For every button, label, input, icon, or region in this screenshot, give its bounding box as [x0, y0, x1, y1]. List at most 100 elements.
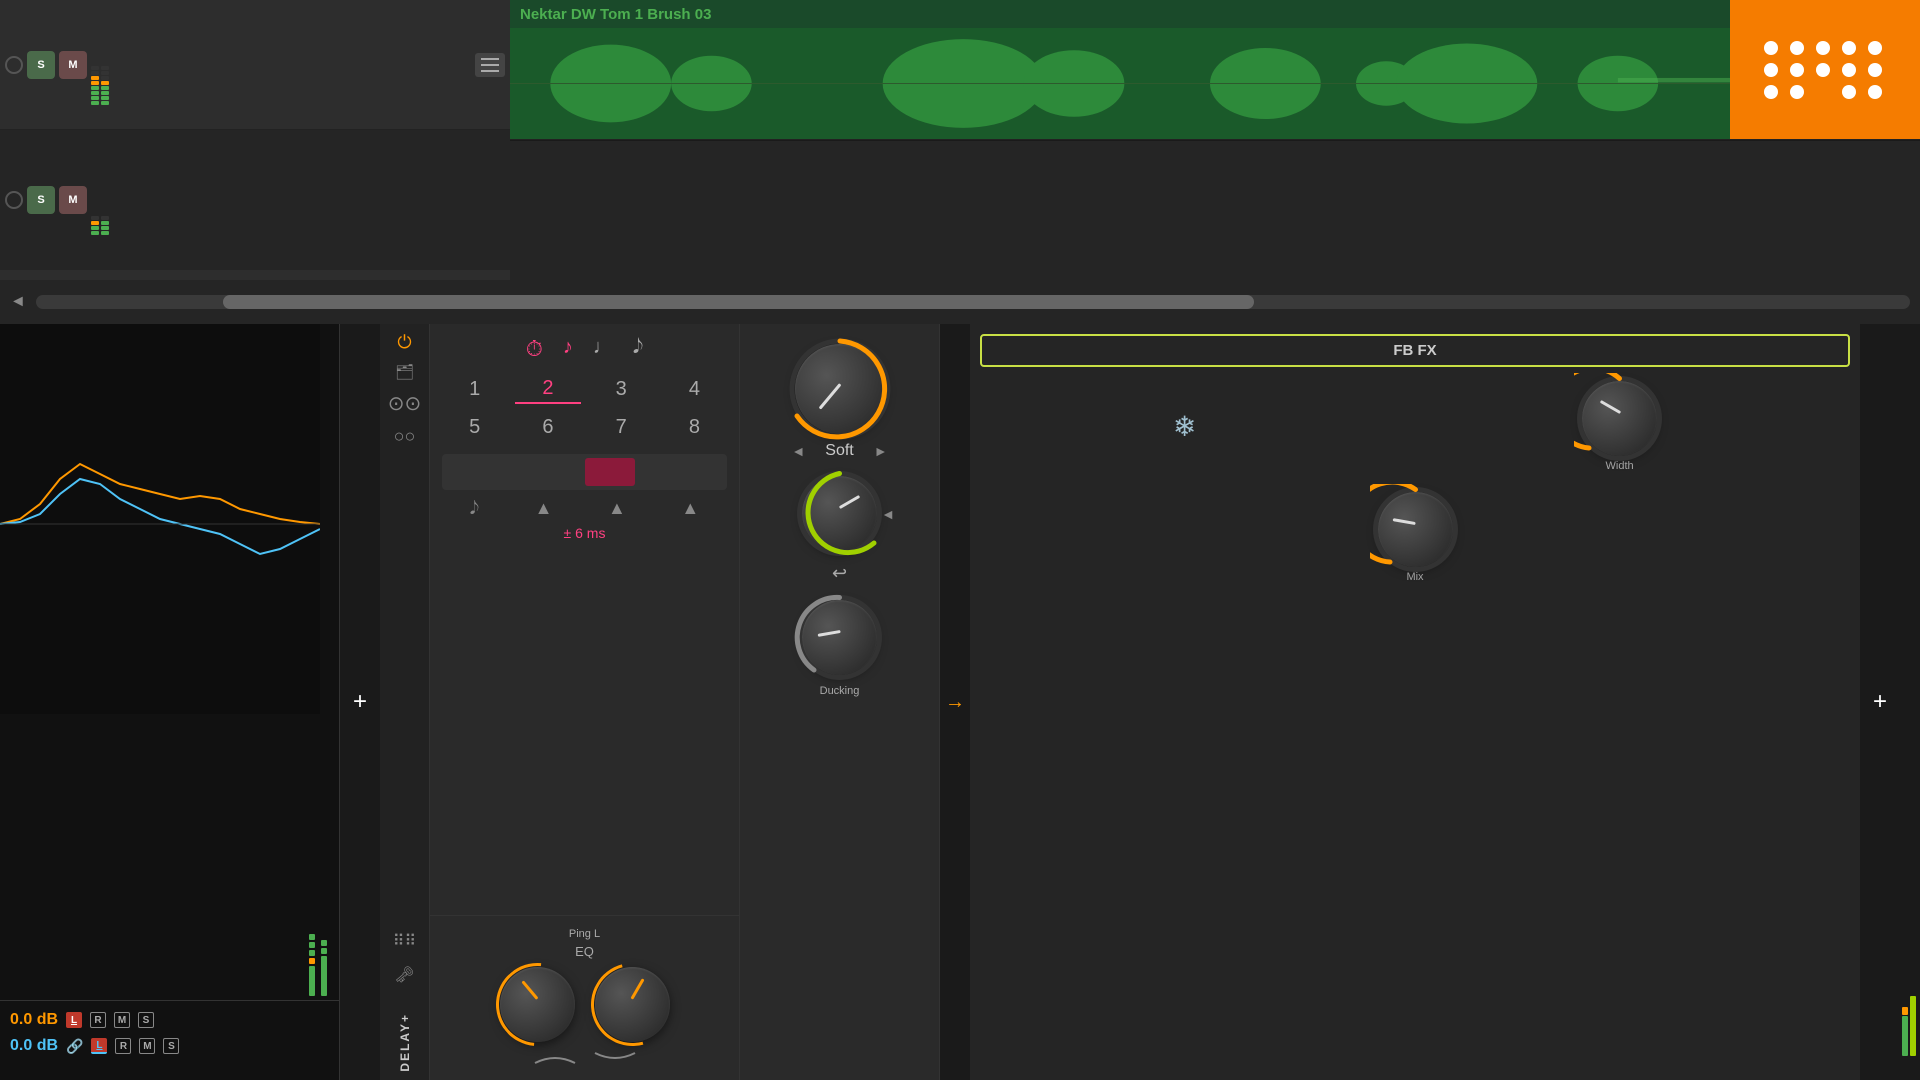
waveform-panel: 0.0 dB L R M S 0.0 dB 🔗 L R M S — [0, 324, 340, 1080]
eq-knob2[interactable] — [595, 967, 670, 1042]
timing-section: ⏱ ♪ ♩ 𝅘𝅥𝅮 1 2 3 4 5 6 7 8 — [430, 324, 739, 916]
add-insert-btn[interactable]: + — [340, 324, 380, 1080]
knob-arrow-indicator: ◄ — [881, 506, 895, 522]
eq-knob2-container — [595, 967, 670, 1042]
grid-num-3[interactable]: 3 — [589, 374, 654, 404]
fbfx-bottom-row: Mix — [980, 492, 1850, 583]
far-right-meters — [1900, 324, 1920, 1080]
delay-plugin-main: ⏱ ♪ ♩ 𝅘𝅥𝅮 1 2 3 4 5 6 7 8 — [430, 324, 740, 1080]
delay-ms-display: ± 6 ms — [442, 525, 727, 541]
level-r-btn[interactable]: R — [90, 1012, 106, 1028]
level-r2-btn[interactable]: R — [115, 1038, 131, 1054]
soft-label: Soft — [825, 442, 853, 460]
mix-knob[interactable] — [1378, 492, 1453, 567]
clock-icon[interactable]: ⏱ — [526, 336, 543, 362]
arrow-up-icon[interactable]: ▲ — [535, 498, 553, 519]
key-btn[interactable]: 🗝 — [394, 965, 414, 985]
arrow-triplet-icon[interactable]: 𝅘𝅥𝅮 — [470, 498, 479, 519]
arrow-up2-icon[interactable]: ▲ — [608, 498, 626, 519]
level-l2-btn[interactable]: L — [91, 1038, 107, 1054]
track1-meter — [91, 25, 109, 105]
level-s2-btn[interactable]: S — [163, 1038, 179, 1054]
fbfx-label: FB FX — [1393, 342, 1436, 359]
feedback-knob-container: ◄ — [802, 476, 877, 551]
soft-panel: ◄ Soft ► ◄ ↩ — [740, 324, 940, 1080]
mix-container: Mix — [1378, 492, 1453, 583]
track2-controls: S M — [0, 130, 510, 270]
soft-knob-container — [795, 344, 885, 434]
plugin-folder-btn[interactable]: 🗂 — [395, 363, 414, 381]
note-eighth-icon[interactable]: 𝅘𝅥𝅮 — [633, 336, 643, 362]
track1-record-btn[interactable] — [5, 56, 23, 74]
arrow-up3-icon[interactable]: ▲ — [681, 498, 699, 519]
waveform-display — [510, 28, 1920, 139]
bitwig-logo — [1730, 0, 1920, 140]
ping-label: Ping L — [442, 928, 727, 940]
track1-name: Nektar DW Tom 1 Brush 03 — [510, 0, 1920, 29]
add-insert-right-btn[interactable]: + — [1860, 324, 1900, 1080]
track1-solo-btn[interactable]: S — [27, 51, 55, 79]
grid-num-4[interactable]: 4 — [662, 374, 727, 404]
eq-knob1[interactable] — [500, 967, 575, 1042]
scrollbar-container: ◄ — [0, 280, 1920, 324]
eq-label: EQ — [442, 944, 727, 959]
right-meter-bar2 — [321, 324, 329, 1000]
oscilloscope-display — [0, 324, 339, 714]
level-s-btn[interactable]: S — [138, 1012, 154, 1028]
grid-num-5[interactable]: 5 — [442, 412, 507, 442]
track2-solo-btn[interactable]: S — [27, 186, 55, 214]
dots-btn[interactable]: ⠿⠿ — [393, 931, 416, 951]
eq-knobs — [442, 967, 727, 1042]
width-container: Width — [1582, 381, 1657, 472]
level-m2-btn[interactable]: M — [139, 1038, 155, 1054]
ducking-label: Ducking — [820, 685, 860, 697]
grid-num-1[interactable]: 1 — [442, 374, 507, 404]
width-knob[interactable] — [1582, 381, 1657, 456]
delay-arrows: 𝅘𝅥𝅮 ▲ ▲ ▲ — [442, 498, 727, 519]
grid-num-6[interactable]: 6 — [515, 412, 580, 442]
level-l-btn[interactable]: L — [66, 1012, 82, 1028]
eq-knob1-container — [500, 967, 575, 1042]
freeze-btn[interactable]: ❄ — [1173, 410, 1196, 443]
fbfx-top-row: ❄ Width — [980, 381, 1850, 472]
delay-slider[interactable] — [442, 454, 727, 490]
fbfx-panel: FB FX ❄ Width — [970, 324, 1860, 1080]
add-icon: + — [353, 688, 367, 716]
delay-strip: ⏻ 🗂 ⊙⊙ ○○ ⠿⠿ 🗝 DELAY+ — [380, 324, 430, 1080]
track2-record-btn[interactable] — [5, 191, 23, 209]
orange-db-level: 0.0 dB — [10, 1011, 58, 1029]
soft-left-arrow[interactable]: ◄ — [791, 443, 805, 459]
level-info: 0.0 dB L R M S 0.0 dB 🔗 L R M S — [0, 1000, 339, 1080]
grid-num-2[interactable]: 2 — [515, 374, 580, 404]
right-meter-bar1 — [309, 324, 317, 1000]
note-icons-row: ⏱ ♪ ♩ 𝅘𝅥𝅮 — [442, 336, 727, 362]
scrollbar-thumb[interactable] — [223, 295, 1254, 309]
plugin-area: 0.0 dB L R M S 0.0 dB 🔗 L R M S — [0, 324, 1920, 1080]
soft-nav: ◄ Soft ► — [791, 442, 887, 460]
note-icon[interactable]: ♩ — [593, 336, 613, 362]
note-dotted-icon[interactable]: ♪ — [563, 336, 573, 362]
link-btn[interactable]: ⊙⊙ — [388, 391, 422, 416]
track1-controls: S M — [0, 0, 510, 130]
eq-curves — [442, 1048, 727, 1068]
fbfx-header: FB FX — [980, 334, 1850, 367]
scroll-left-btn[interactable]: ◄ — [10, 293, 26, 311]
track1-menu-btn[interactable] — [475, 53, 505, 77]
soft-right-arrow[interactable]: ► — [874, 443, 888, 459]
io-btn[interactable]: ○○ — [394, 426, 416, 447]
grid-num-7[interactable]: 7 — [589, 412, 654, 442]
return-icon[interactable]: ↩ — [832, 563, 847, 584]
panel-arrow: → — [940, 324, 970, 1080]
ducking-knob[interactable] — [802, 600, 877, 675]
soft-main-knob[interactable] — [795, 344, 885, 434]
plugin-power-btn[interactable]: ⏻ — [397, 332, 411, 353]
grid-num-8[interactable]: 8 — [662, 412, 727, 442]
track2-mute-btn[interactable]: M — [59, 186, 87, 214]
scrollbar-track[interactable] — [36, 295, 1910, 309]
feedback-knob[interactable]: ◄ — [802, 476, 877, 551]
delay-slider-fill — [585, 458, 635, 486]
plugin-name-label: DELAY+ — [398, 1003, 412, 1072]
link-icon[interactable]: 🔗 — [66, 1038, 83, 1055]
level-m-btn[interactable]: M — [114, 1012, 130, 1028]
track1-mute-btn[interactable]: M — [59, 51, 87, 79]
